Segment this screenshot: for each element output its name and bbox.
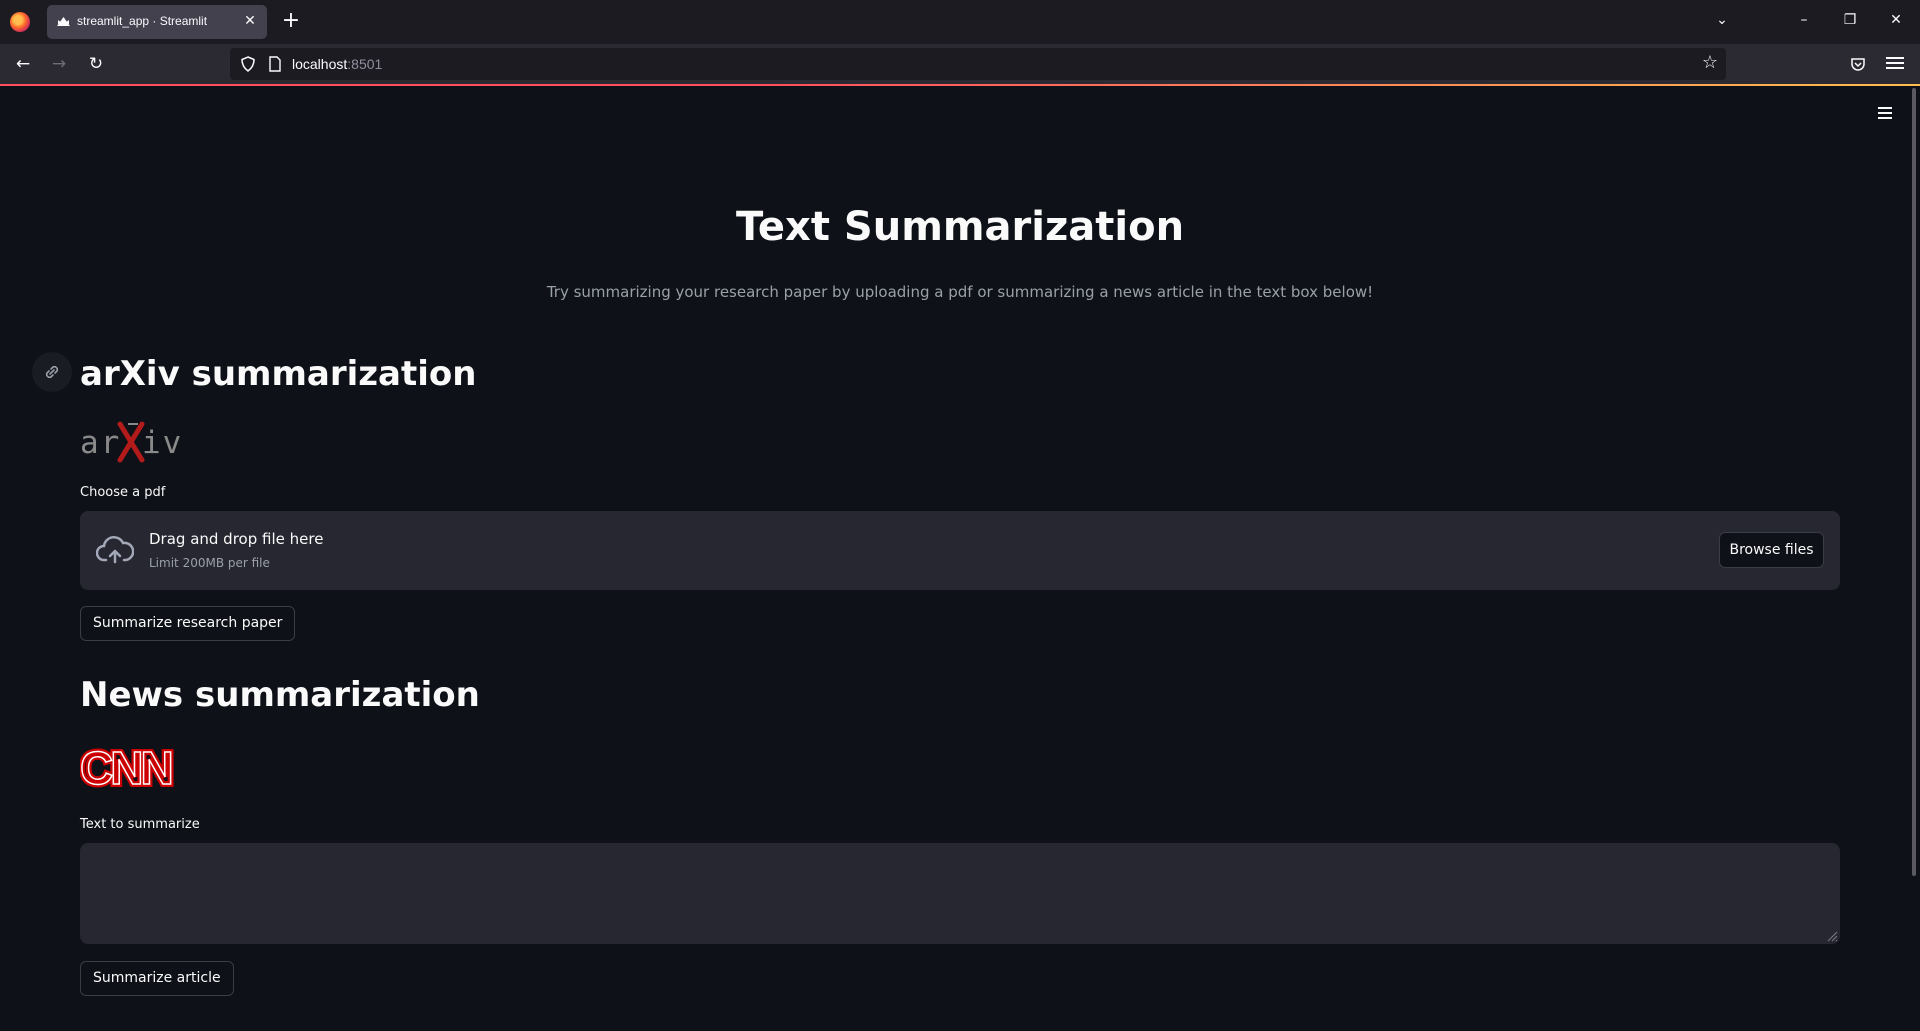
firefox-logo-icon[interactable] [10,12,30,32]
heading-link-icon[interactable] [32,352,72,392]
bookmark-star-icon[interactable]: ☆ [1702,52,1718,73]
file-dropzone[interactable]: Drag and drop file here Limit 200MB per … [80,511,1840,590]
browse-files-button[interactable]: Browse files [1719,532,1824,568]
url-text[interactable]: localhost:8501 [292,56,382,72]
url-port: :8501 [347,56,383,72]
pdf-upload-label: Choose a pdf [80,485,166,500]
page-title: Text Summarization [735,204,1185,250]
url-bar[interactable]: localhost:8501 ☆ [230,48,1726,80]
new-tab-icon[interactable]: + [281,10,301,34]
minimize-icon[interactable]: – [1794,12,1814,28]
back-icon[interactable]: ← [12,53,34,75]
shield-icon[interactable] [240,56,256,72]
browser-tab[interactable]: streamlit_app · Streamlit ✕ [47,5,267,39]
browser-menu-icon[interactable] [1886,54,1904,72]
cloud-upload-icon [96,536,134,564]
dropzone-limit: Limit 200MB per file [149,556,270,570]
url-host: localhost [292,56,348,72]
news-heading: News summarization [80,675,480,715]
app-main-menu-icon[interactable] [1874,104,1896,126]
close-window-icon[interactable]: ✕ [1886,12,1906,28]
restore-icon[interactable]: ❐ [1840,12,1860,28]
dropzone-instructions: Drag and drop file here [149,530,324,548]
forward-icon[interactable]: → [48,53,70,75]
svg-text:iv: iv [142,425,183,461]
svg-text:ar: ar [80,425,121,461]
arxiv-heading: arXiv summarization [80,354,477,394]
reload-icon[interactable]: ↻ [85,53,107,75]
page-accent-line [0,84,1920,86]
summarize-article-button[interactable]: Summarize article [80,961,234,996]
resize-grip-icon[interactable] [1826,930,1838,942]
pocket-icon[interactable] [1850,56,1866,72]
arxiv-logo: ar iv [80,421,183,463]
tab-title: streamlit_app · Streamlit [77,14,208,28]
cnn-logo: CNN CNN [80,742,177,792]
streamlit-favicon-icon [57,17,70,26]
browser-nav-bar: ← → ↻ localhost:8501 ☆ [0,44,1920,84]
text-to-summarize-label: Text to summarize [80,817,200,832]
svg-text:CNN: CNN [80,742,171,792]
tab-list-chevron-icon[interactable]: ⌄ [1712,12,1732,28]
browser-tab-bar: streamlit_app · Streamlit ✕ + ⌄ – ❐ ✕ [0,0,1920,44]
summarize-research-paper-button[interactable]: Summarize research paper [80,606,296,641]
tab-close-icon[interactable]: ✕ [241,12,259,30]
page-icon[interactable] [268,56,282,72]
page-subtitle: Try summarizing your research paper by u… [546,283,1374,301]
article-textarea[interactable] [80,843,1840,944]
